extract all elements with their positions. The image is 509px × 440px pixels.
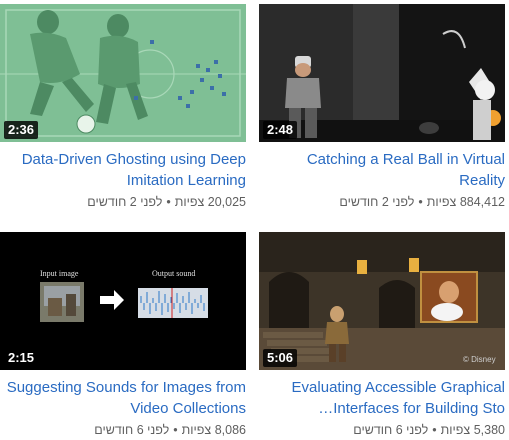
view-count: 8,086 צפיות — [181, 423, 246, 437]
meta-separator: • — [166, 195, 171, 209]
input-image-label: Input image — [40, 269, 79, 278]
meta-separator: • — [432, 423, 437, 437]
duration-badge: 2:48 — [263, 121, 298, 139]
meta-separator: • — [418, 195, 423, 209]
video-meta: 5,380 צפיות•לפני 6 חודשים — [259, 422, 505, 438]
upload-age: לפני 6 חודשים — [353, 423, 429, 437]
video-title[interactable]: Evaluating Accessible Graphical Interfac… — [259, 377, 505, 419]
upload-age: לפני 2 חודשים — [339, 195, 415, 209]
view-count: 884,412 צפיות — [426, 195, 505, 209]
meta-separator: • — [173, 423, 178, 437]
copyright-watermark: © Disney — [463, 355, 496, 364]
video-thumbnail[interactable]: 2:48 — [259, 4, 505, 142]
view-count: 20,025 צפיות — [174, 195, 246, 209]
upload-age: לפני 2 חודשים — [87, 195, 163, 209]
view-count: 5,380 צפיות — [440, 423, 505, 437]
video-card[interactable]: 2:36 Data-Driven Ghosting using Deep Imi… — [0, 4, 246, 210]
video-card[interactable]: Input image Output sound 2:15 Suggesting… — [0, 232, 246, 438]
duration-badge: 2:15 — [4, 349, 39, 367]
duration-badge: 2:36 — [4, 121, 39, 139]
video-card[interactable]: 2:48 Catching a Real Ball in Virtual Rea… — [259, 4, 505, 210]
duration-badge: 5:06 — [263, 349, 298, 367]
video-meta: 8,086 צפיות•לפני 6 חודשים — [0, 422, 246, 438]
video-thumbnail[interactable]: © Disney 5:06 — [259, 232, 505, 370]
upload-age: לפני 6 חודשים — [94, 423, 170, 437]
video-meta: 20,025 צפיות•לפני 2 חודשים — [0, 194, 246, 210]
video-thumbnail[interactable]: Input image Output sound 2:15 — [0, 232, 246, 370]
video-title[interactable]: Catching a Real Ball in Virtual Reality — [259, 149, 505, 191]
video-card[interactable]: © Disney 5:06 Evaluating Accessible Grap… — [259, 232, 505, 438]
video-title[interactable]: Data-Driven Ghosting using Deep Imitatio… — [0, 149, 246, 191]
video-meta: 884,412 צפיות•לפני 2 חודשים — [259, 194, 505, 210]
output-sound-label: Output sound — [152, 269, 195, 278]
video-title[interactable]: Suggesting Sounds for Images from Video … — [0, 377, 246, 419]
video-thumbnail[interactable]: 2:36 — [0, 4, 246, 142]
